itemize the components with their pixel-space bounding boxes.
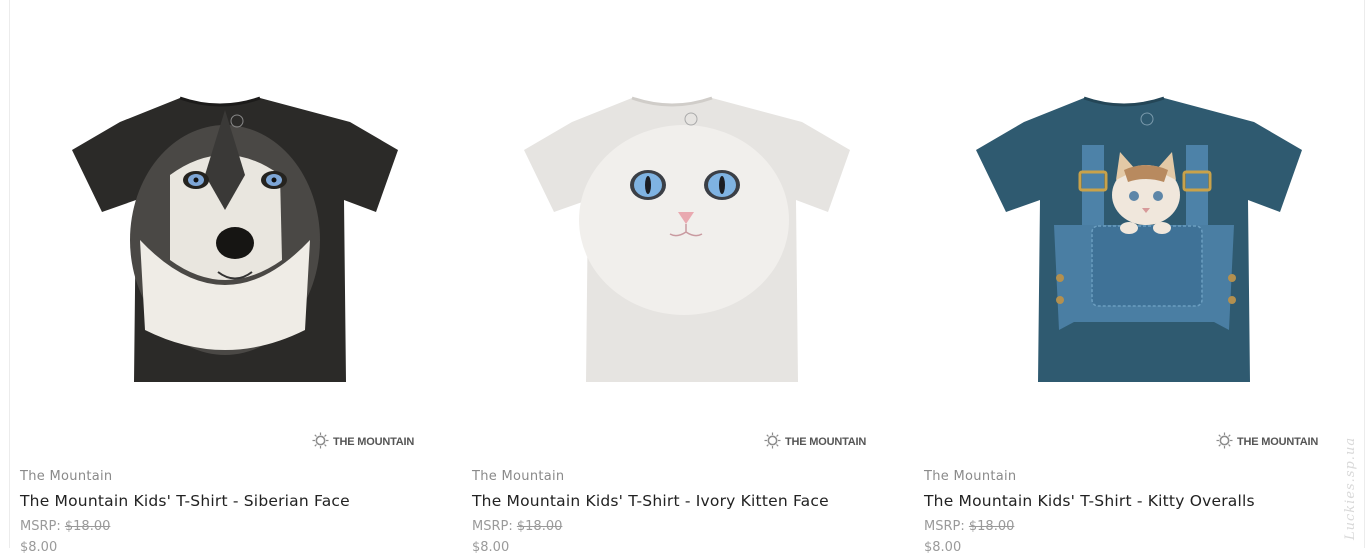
product-brand[interactable]: The Mountain — [924, 469, 1016, 484]
msrp-value: $18.00 — [968, 519, 1015, 534]
product-image-siberian-face[interactable] — [20, 0, 440, 460]
product-msrp: MSRP: $18.00 — [924, 519, 1014, 534]
msrp-value: $18.00 — [516, 519, 563, 534]
site-watermark: Luckies.sp.ua — [1343, 436, 1358, 540]
brand-logo: THE MOUNTAIN — [1216, 432, 1319, 453]
msrp-label: MSRP: — [20, 519, 61, 534]
brand-logo: THE MOUNTAIN — [764, 432, 867, 453]
product-card-siberian-face[interactable]: THE MOUNTAIN The Mountain The Mountain K… — [20, 0, 440, 555]
product-msrp: MSRP: $18.00 — [20, 519, 110, 534]
product-title[interactable]: The Mountain Kids' T-Shirt - Kitty Overa… — [924, 492, 1255, 510]
msrp-label: MSRP: — [924, 519, 965, 534]
product-title[interactable]: The Mountain Kids' T-Shirt - Ivory Kitte… — [472, 492, 829, 510]
product-brand[interactable]: The Mountain — [20, 469, 112, 484]
brand-logo-text: THE MOUNTAIN — [1237, 436, 1319, 448]
sun-logo-icon — [312, 432, 329, 453]
product-image-ivory-kitten-face[interactable] — [472, 0, 892, 460]
brand-logo: THE MOUNTAIN — [312, 432, 415, 453]
msrp-label: MSRP: — [472, 519, 513, 534]
product-msrp: MSRP: $18.00 — [472, 519, 562, 534]
product-brand[interactable]: The Mountain — [472, 469, 564, 484]
product-card-ivory-kitten-face[interactable]: THE MOUNTAIN The Mountain The Mountain K… — [472, 0, 892, 555]
brand-logo-text: THE MOUNTAIN — [785, 436, 867, 448]
sun-logo-icon — [764, 432, 781, 453]
product-title[interactable]: The Mountain Kids' T-Shirt - Siberian Fa… — [20, 492, 350, 510]
msrp-value: $18.00 — [64, 519, 111, 534]
product-image-kitty-overalls[interactable] — [924, 0, 1344, 460]
product-grid: THE MOUNTAIN The Mountain The Mountain K… — [20, 0, 1350, 555]
sun-logo-icon — [1216, 432, 1233, 453]
brand-logo-text: THE MOUNTAIN — [333, 436, 415, 448]
product-card-kitty-overalls[interactable]: THE MOUNTAIN The Mountain The Mountain K… — [924, 0, 1344, 555]
